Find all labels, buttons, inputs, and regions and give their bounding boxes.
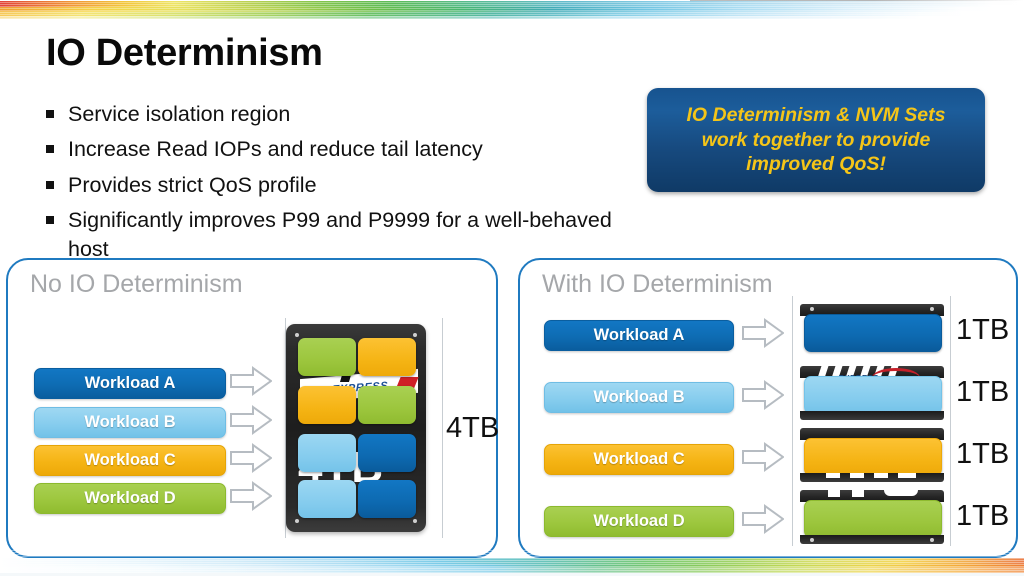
panel-title-left: No IO Determinism — [30, 270, 243, 298]
bullet-list: Service isolation region Increase Read I… — [46, 100, 646, 270]
ssd-screw-icon — [295, 333, 299, 337]
ssd-slice-color-band — [804, 500, 942, 538]
workload-label: Workload B — [593, 388, 685, 406]
list-item: Service isolation region — [46, 100, 646, 128]
panel-title-right: With IO Determinism — [542, 270, 773, 298]
page-title: IO Determinism — [46, 32, 323, 74]
callout-line-3: improved QoS! — [746, 153, 886, 176]
list-item: Significantly improves P99 and P9999 for… — [46, 206, 646, 263]
ssd-slice-d — [798, 490, 946, 544]
workload-label: Workload B — [84, 413, 176, 431]
capacity-label-a: 1TB — [956, 314, 1010, 346]
ssd-screw-icon — [413, 519, 417, 523]
bullet-text: Increase Read IOPs and reduce tail laten… — [68, 137, 483, 162]
callout-line-2: work together to provide — [701, 128, 931, 151]
workload-pill-c-left: Workload C — [34, 445, 226, 476]
bullet-text: Service isolation region — [68, 102, 291, 126]
bottom-gradient-band — [0, 550, 1024, 576]
panel-no-io-determinism: No IO Determinism Workload A Workload B … — [6, 258, 500, 558]
square-bullet-icon — [46, 110, 54, 118]
panel-with-io-determinism: With IO Determinism Workload A Workload … — [518, 258, 1018, 558]
bullet-text: Significantly improves P99 and P9999 for… — [68, 208, 612, 261]
ssd-slice-color-band — [804, 376, 942, 414]
square-bullet-icon — [46, 145, 54, 154]
bullet-text: Provides strict QoS profile — [68, 172, 317, 197]
right-block-arrow-icon — [742, 504, 785, 534]
capacity-label-c: 1TB — [956, 438, 1010, 470]
workload-label: Workload C — [84, 451, 176, 469]
top-gradient-band — [0, 0, 1024, 22]
workload-label: Workload A — [593, 326, 685, 344]
workload-label: Workload C — [593, 450, 685, 468]
workload-pill-a-left: Workload A — [34, 368, 226, 399]
ssd-slice-c — [798, 428, 946, 482]
list-item: Provides strict QoS profile — [46, 171, 646, 199]
ssd-ghost-notch — [898, 473, 916, 478]
right-block-arrow-icon — [230, 405, 273, 435]
ssd-block — [298, 480, 356, 518]
ssd-ghost-notch — [884, 490, 918, 496]
divider-right-b — [950, 296, 951, 546]
ssd-block — [358, 480, 416, 518]
ssd-ghost-notch — [826, 473, 840, 478]
right-block-arrow-icon — [742, 380, 785, 410]
ssd-screw-icon — [810, 307, 814, 311]
callout-text: IO Determinism & NVM Sets work together … — [673, 103, 960, 178]
slide-canvas: IO Determinism Service isolation region … — [0, 0, 1024, 576]
workload-label: Workload D — [593, 512, 685, 530]
ssd-ghost-notch — [828, 490, 840, 497]
workload-pill-c-right: Workload C — [544, 444, 734, 475]
right-block-arrow-icon — [230, 443, 273, 473]
ssd-slice-bottom-rail — [800, 535, 944, 544]
ssd-block — [358, 338, 416, 376]
callout-box: IO Determinism & NVM Sets work together … — [647, 88, 985, 192]
divider-left-b — [442, 318, 443, 538]
workload-pill-b-left: Workload B — [34, 407, 226, 438]
right-block-arrow-icon — [742, 318, 785, 348]
ssd-shared-drive-graphic: EXPRESS 4TB — [286, 324, 426, 532]
workload-pill-d-right: Workload D — [544, 506, 734, 537]
ssd-slice-bottom-rail — [800, 411, 944, 420]
capacity-label-b: 1TB — [956, 376, 1010, 408]
ssd-slice-color-band — [804, 438, 942, 476]
right-block-arrow-icon — [230, 481, 273, 511]
ssd-screw-icon — [413, 333, 417, 337]
workload-pill-b-right: Workload B — [544, 382, 734, 413]
workload-pill-d-left: Workload D — [34, 483, 226, 514]
ssd-block — [358, 386, 416, 424]
ssd-slice-bottom-rail — [800, 473, 944, 482]
square-bullet-icon — [46, 180, 54, 189]
ssd-block — [358, 434, 416, 472]
top-band-streak-texture — [0, 0, 1024, 22]
capacity-label-left: 4TB — [446, 412, 500, 444]
right-block-arrow-icon — [230, 366, 273, 396]
right-block-arrow-icon — [742, 442, 785, 472]
ssd-screw-icon — [930, 538, 934, 542]
ssd-screw-icon — [930, 307, 934, 311]
ssd-ghost-notch — [852, 490, 864, 497]
square-bullet-icon — [46, 216, 54, 225]
ssd-slice-color-band — [804, 314, 942, 352]
ssd-slice-a — [798, 304, 946, 358]
callout-line-1: IO Determinism & NVM Sets — [686, 103, 946, 126]
ssd-block — [298, 338, 356, 376]
workload-label: Workload D — [84, 489, 176, 507]
capacity-label-d: 1TB — [956, 500, 1010, 532]
ssd-block — [298, 434, 356, 472]
list-item: Increase Read IOPs and reduce tail laten… — [46, 135, 646, 163]
ssd-ghost-notch — [850, 473, 864, 478]
divider-right-a — [792, 296, 793, 546]
ssd-ghost-notch — [874, 473, 888, 478]
workload-pill-a-right: Workload A — [544, 320, 734, 351]
ssd-block — [298, 386, 356, 424]
ssd-screw-icon — [810, 538, 814, 542]
ssd-slice-b: EXPRESS — [798, 365, 946, 420]
ssd-screw-icon — [295, 519, 299, 523]
workload-label: Workload A — [84, 374, 176, 392]
